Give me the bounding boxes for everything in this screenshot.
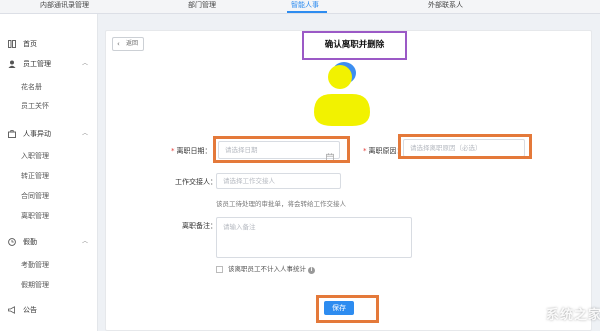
exclude-stats-label: 该离职员工不计入人事统计 i [228, 264, 315, 274]
sidebar-item-label: 考勤管理 [21, 261, 49, 269]
sidebar: 首页 员工管理 ︿ 花名册 员工关怀 人事异动 ︿ 入职管理 转正管理 合同管理… [0, 14, 98, 331]
leave-date-label: * 离职日期： [171, 147, 212, 155]
chevron-left-icon: ‹ [117, 40, 120, 48]
watermark-logo [518, 298, 544, 324]
sidebar-item-label: 合同管理 [21, 192, 49, 200]
watermark: 系统之家 [516, 292, 600, 328]
sidebar-item-label: 人事异动 [23, 130, 51, 138]
avatar [314, 62, 370, 126]
remark-label: 离职备注： [182, 222, 217, 230]
tab-internal-directory[interactable]: 内部通讯录管理 [40, 0, 89, 10]
sidebar-item-resignation[interactable]: 离职管理 [0, 208, 98, 224]
sidebar-item-attendance-leave[interactable]: 假勤 ︿ [0, 234, 98, 250]
chevron-up-icon: ︿ [81, 60, 88, 67]
handover-hint: 该员工待处理的审批单，将会转给工作交接人 [216, 200, 346, 208]
sidebar-item-label: 员工管理 [23, 60, 51, 68]
page-title: 确认离职并删除 [324, 40, 385, 50]
sidebar-item-home[interactable]: 首页 [0, 36, 98, 52]
sidebar-item-label: 离职管理 [21, 212, 49, 220]
sidebar-item-label: 假期管理 [21, 281, 49, 289]
remark-placeholder: 请输入备注 [223, 223, 256, 231]
back-button[interactable]: ‹ 返回 [112, 37, 144, 51]
tab-external-contacts[interactable]: 外部联系人 [428, 0, 463, 10]
sidebar-item-label: 公告 [23, 306, 37, 314]
sidebar-item-label: 入职管理 [21, 152, 49, 160]
sidebar-item-attendance[interactable]: 考勤管理 [0, 257, 98, 273]
sidebar-item-holidays[interactable]: 假期管理 [0, 277, 98, 293]
sidebar-item-contracts[interactable]: 合同管理 [0, 188, 98, 204]
briefcase-icon [8, 130, 16, 138]
sidebar-item-onboarding[interactable]: 入职管理 [0, 148, 98, 164]
sidebar-item-label: 假勤 [23, 238, 37, 246]
megaphone-icon [8, 306, 16, 314]
chevron-up-icon: ︿ [81, 130, 88, 137]
tab-smart-hr[interactable]: 智能人事 [291, 0, 319, 10]
sidebar-item-label: 首页 [23, 40, 37, 48]
sidebar-item-employee-management[interactable]: 员工管理 ︿ [0, 56, 98, 72]
title-highlight: 确认离职并删除 [302, 31, 407, 60]
sidebar-item-label: 员工关怀 [21, 102, 49, 110]
info-icon[interactable]: i [308, 267, 315, 274]
leave-date-highlight [213, 136, 350, 163]
active-tab-indicator [287, 11, 327, 13]
sidebar-item-label: 转正管理 [21, 172, 49, 180]
remark-textarea[interactable]: 请输入备注 [216, 217, 412, 258]
exclude-stats-checkbox[interactable] [216, 266, 223, 273]
home-icon [8, 40, 16, 48]
sidebar-item-personnel-changes[interactable]: 人事异动 ︿ [0, 126, 98, 142]
handover-placeholder: 请选择工作交接人 [223, 177, 275, 185]
clock-icon [8, 238, 16, 246]
sidebar-item-label: 花名册 [21, 83, 42, 91]
sidebar-item-announcements[interactable]: 公告 [0, 302, 98, 318]
handover-label: 工作交接人： [175, 178, 217, 186]
watermark-text: 系统之家 [546, 308, 600, 323]
sidebar-item-regularization[interactable]: 转正管理 [0, 168, 98, 184]
top-navigation: 内部通讯录管理 部门管理 智能人事 外部联系人 [0, 0, 600, 14]
sidebar-item-employee-care[interactable]: 员工关怀 [0, 98, 98, 114]
chevron-up-icon: ︿ [81, 238, 88, 245]
leave-reason-highlight [398, 134, 532, 159]
back-button-label: 返回 [126, 40, 139, 47]
save-button-highlight [316, 295, 379, 323]
user-icon [8, 60, 16, 68]
tab-department-management[interactable]: 部门管理 [188, 0, 216, 10]
handover-input[interactable]: 请选择工作交接人 [216, 173, 341, 189]
sidebar-item-roster[interactable]: 花名册 [0, 79, 98, 95]
